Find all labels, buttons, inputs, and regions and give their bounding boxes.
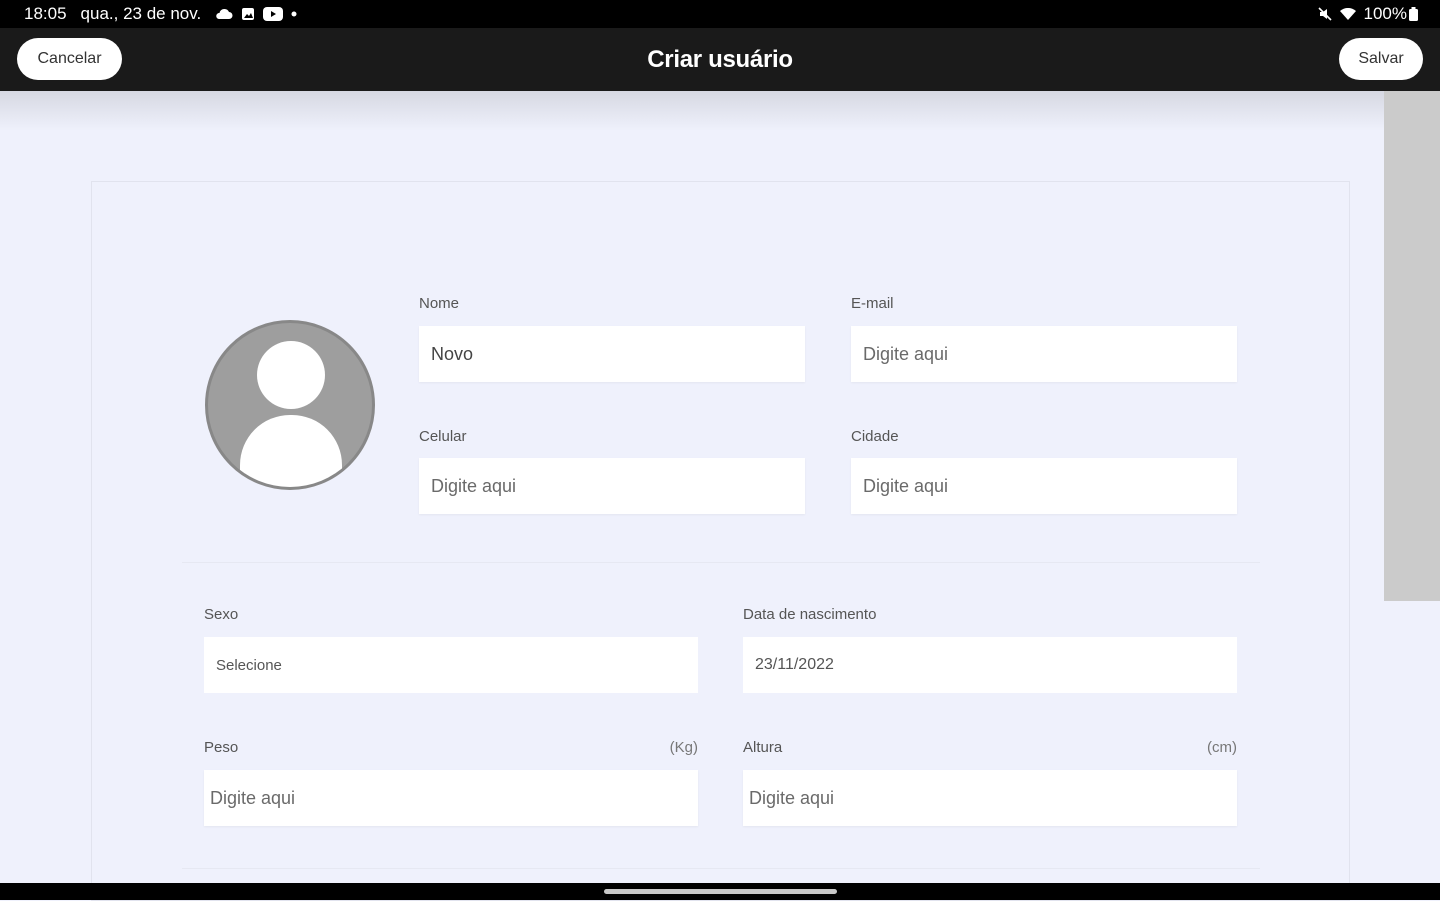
avatar-placeholder-icon[interactable] xyxy=(205,320,375,490)
mute-icon xyxy=(1317,7,1332,21)
status-time: 18:05 xyxy=(24,4,67,23)
dot-icon xyxy=(291,11,297,17)
sexo-label: Sexo xyxy=(204,606,239,623)
status-date: qua., 23 de nov. xyxy=(80,4,202,23)
home-gesture-handle[interactable] xyxy=(604,889,837,894)
altura-unit: (cm) xyxy=(1207,739,1237,756)
cidade-label: Cidade xyxy=(851,428,899,445)
sexo-select[interactable]: Selecione xyxy=(204,637,698,693)
celular-input[interactable] xyxy=(419,458,805,514)
nome-input[interactable] xyxy=(419,326,805,382)
peso-label: Peso xyxy=(204,739,239,756)
cloud-icon xyxy=(215,8,233,20)
app-bar-shadow xyxy=(0,91,1440,131)
status-bar: 18:05 qua., 23 de nov. 100% xyxy=(0,0,1440,28)
peso-input[interactable] xyxy=(204,770,698,826)
navigation-bar xyxy=(0,883,1440,900)
app-bar: Cancelar Criar usuário Salvar xyxy=(0,28,1440,91)
altura-input[interactable] xyxy=(743,770,1237,826)
nome-label: Nome xyxy=(419,295,460,312)
email-label: E-mail xyxy=(851,295,894,312)
scrollbar-thumb[interactable] xyxy=(1384,91,1440,601)
image-icon xyxy=(241,7,255,21)
altura-label: Altura xyxy=(743,739,783,756)
status-bar-right: 100% xyxy=(1317,4,1418,24)
battery-level: 100% xyxy=(1363,4,1407,23)
page-title: Criar usuário xyxy=(647,45,793,73)
battery-icon xyxy=(1409,7,1418,21)
cancel-button[interactable]: Cancelar xyxy=(17,38,122,80)
section-divider-bottom xyxy=(182,868,1260,869)
celular-label: Celular xyxy=(419,428,467,445)
peso-unit: (Kg) xyxy=(669,739,698,756)
email-input[interactable] xyxy=(851,326,1237,382)
wifi-icon xyxy=(1339,7,1356,21)
status-bar-left: 18:05 qua., 23 de nov. xyxy=(24,4,297,24)
cidade-input[interactable] xyxy=(851,458,1237,514)
nascimento-label: Data de nascimento xyxy=(743,606,877,623)
section-divider xyxy=(182,562,1260,563)
youtube-icon xyxy=(263,7,284,21)
avatar-head xyxy=(257,341,325,409)
nascimento-date-field[interactable]: 23/11/2022 xyxy=(743,637,1237,693)
save-button[interactable]: Salvar xyxy=(1339,38,1423,80)
avatar-body xyxy=(240,415,342,487)
